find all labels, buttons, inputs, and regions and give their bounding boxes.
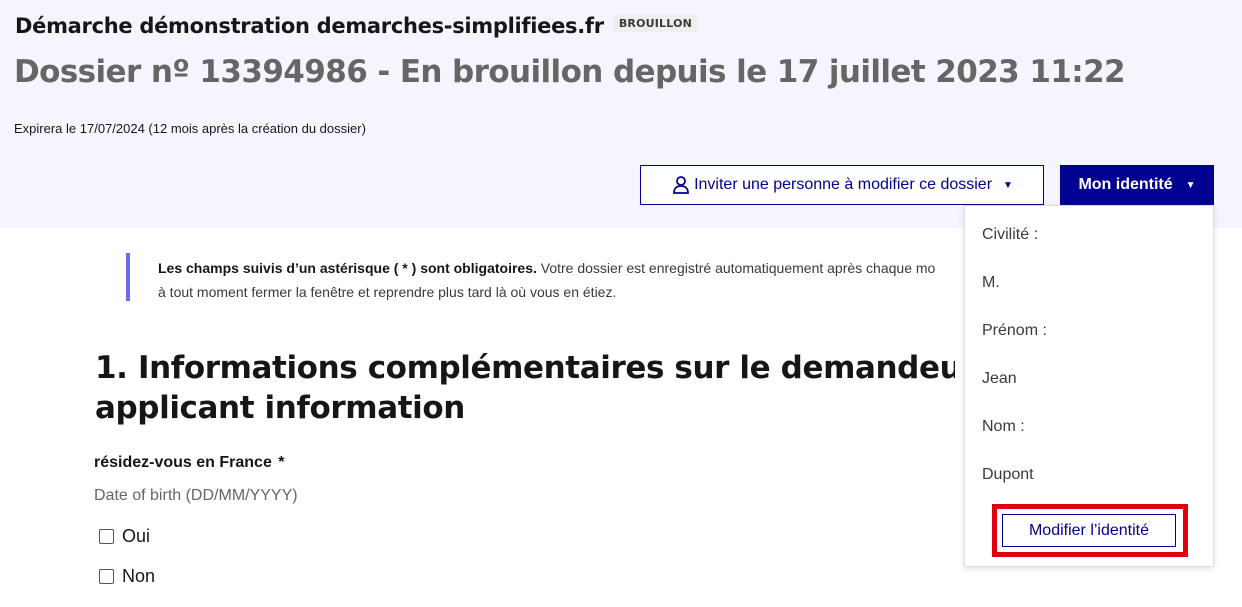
- checkbox-oui[interactable]: Oui: [99, 526, 150, 547]
- user-icon: [671, 175, 691, 195]
- section-title-line2: applicant information: [95, 390, 465, 426]
- field-hint: Date of birth (DD/MM/YYYY): [94, 487, 298, 504]
- civility-label: Civilité :: [982, 226, 1039, 243]
- section-title: 1. Informations complémentaires sur le d…: [95, 348, 955, 428]
- notice-text: Votre dossier est enregistré automatique…: [536, 260, 936, 276]
- caret-down-icon: ▼: [1003, 179, 1013, 191]
- expiration-text: Expirera le 17/07/2024 (12 mois après la…: [14, 121, 366, 136]
- checkbox[interactable]: [99, 529, 114, 544]
- lastname-label: Nom :: [982, 418, 1025, 435]
- modify-identity-button[interactable]: Modifier l’identité: [1002, 514, 1176, 547]
- identity-dropdown: Civilité : M. Prénom : Jean Nom : Dupont…: [964, 205, 1214, 567]
- checkbox-label: Non: [122, 566, 156, 586]
- procedure-name: Démarche démonstration demarches-simplif…: [15, 14, 604, 38]
- field-label-text: résidez-vous en France: [94, 454, 272, 471]
- lastname-value: Dupont: [982, 466, 1034, 483]
- required-asterisk: *: [278, 454, 285, 471]
- page-title: Dossier nº 13394986 - En brouillon depui…: [14, 54, 1126, 90]
- firstname-label: Prénom :: [982, 322, 1047, 339]
- dossier-header: Démarche démonstration demarches-simplif…: [0, 0, 1242, 228]
- invite-person-button[interactable]: Inviter une personne à modifier ce dossi…: [640, 165, 1044, 205]
- notice-bold-text: Les champs suivis d’un astérisque ( * ) …: [158, 260, 537, 276]
- caret-down-icon: ▼: [1185, 179, 1196, 191]
- checkbox-non[interactable]: Non: [99, 566, 155, 587]
- invite-person-label: Inviter une personne à modifier ce dossi…: [694, 176, 993, 193]
- required-fields-notice: Les champs suivis d’un astérisque ( * ) …: [126, 253, 966, 301]
- my-identity-button[interactable]: Mon identité ▼: [1060, 165, 1214, 205]
- my-identity-label: Mon identité: [1078, 176, 1173, 193]
- procedure-line: Démarche démonstration demarches-simplif…: [15, 14, 699, 38]
- checkbox[interactable]: [99, 569, 114, 584]
- checkbox-label: Oui: [122, 526, 151, 546]
- field-label: résidez-vous en France *: [94, 454, 285, 472]
- firstname-value: Jean: [982, 370, 1017, 387]
- section-title-line1: 1. Informations complémentaires sur le d…: [95, 350, 955, 386]
- civility-value: M.: [982, 274, 1000, 291]
- notice-text-line2: à tout moment fermer la fenêtre et repre…: [158, 284, 617, 300]
- status-badge: BROUILLON: [612, 14, 699, 32]
